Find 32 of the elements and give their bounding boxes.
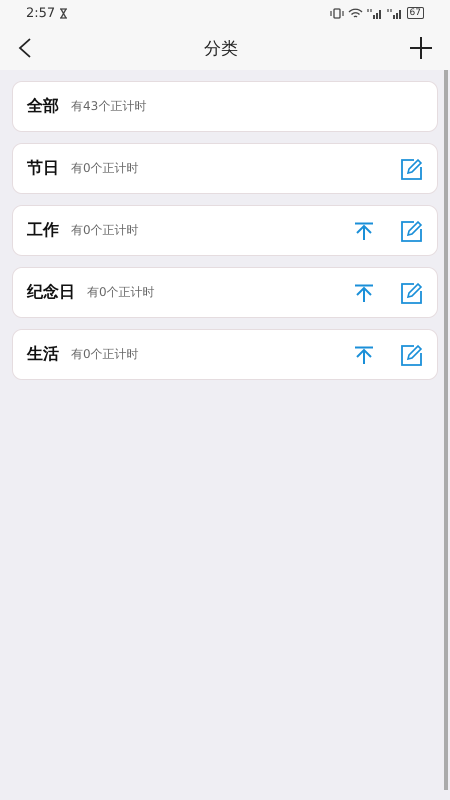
category-count: 有0个正计时 xyxy=(71,222,139,239)
battery-level: 67 xyxy=(406,7,424,19)
edit-button[interactable] xyxy=(400,220,424,242)
pin-to-top-button[interactable] xyxy=(354,222,374,240)
wifi-icon xyxy=(348,8,363,18)
category-count: 有0个正计时 xyxy=(71,160,139,177)
edit-button[interactable] xyxy=(400,282,424,304)
category-card[interactable]: 工作 有0个正计时 xyxy=(12,205,438,256)
category-name: 生活 xyxy=(27,344,59,365)
category-count: 有0个正计时 xyxy=(71,346,139,363)
hourglass-icon xyxy=(59,8,68,18)
edit-button[interactable] xyxy=(400,344,424,366)
signal-icon xyxy=(366,8,383,18)
category-card[interactable]: 节日 有0个正计时 xyxy=(12,143,438,194)
pin-to-top-button[interactable] xyxy=(354,346,374,364)
category-count: 有43个正计时 xyxy=(71,98,146,115)
add-button[interactable] xyxy=(410,37,432,59)
category-name: 纪念日 xyxy=(27,282,75,303)
signal-icon xyxy=(386,8,403,18)
back-button[interactable] xyxy=(18,38,32,58)
vibrate-icon xyxy=(330,8,344,18)
category-name: 工作 xyxy=(27,220,59,241)
pin-to-top-button[interactable] xyxy=(354,284,374,302)
category-name: 节日 xyxy=(27,158,59,179)
category-count: 有0个正计时 xyxy=(87,284,155,301)
category-card[interactable]: 全部 有43个正计时 xyxy=(12,81,438,132)
category-card[interactable]: 纪念日 有0个正计时 xyxy=(12,267,438,318)
page-title: 分类 xyxy=(204,38,238,60)
status-time: 2:57 xyxy=(26,6,56,20)
edit-button[interactable] xyxy=(400,158,424,180)
category-name: 全部 xyxy=(27,96,59,117)
category-card[interactable]: 生活 有0个正计时 xyxy=(12,329,438,380)
